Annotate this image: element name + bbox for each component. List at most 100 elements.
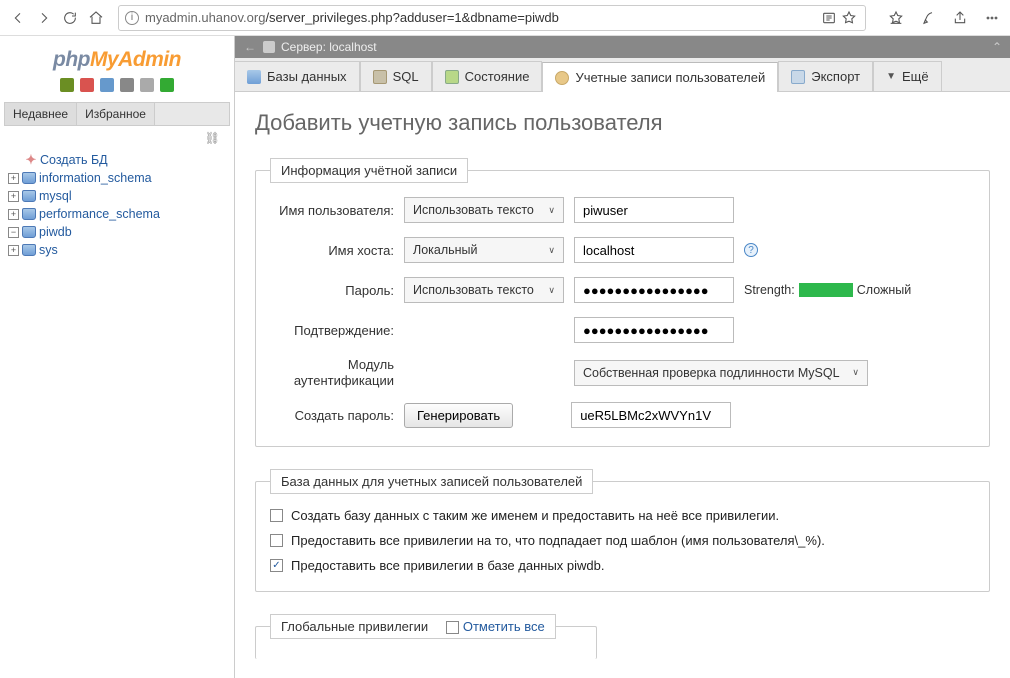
- chevron-down-icon: ▼: [886, 71, 896, 82]
- auth-plugin-select[interactable]: Собственная проверка подлинности MySQL∨: [574, 360, 868, 386]
- home-quick-icon[interactable]: [59, 78, 75, 94]
- chevron-down-icon: ∨: [548, 245, 555, 256]
- sql-quick-icon[interactable]: [99, 78, 115, 94]
- db-item-information-schema[interactable]: + information_schema: [8, 169, 226, 187]
- collapse-icon[interactable]: −: [8, 227, 19, 238]
- tab-databases[interactable]: Базы данных: [235, 61, 360, 91]
- checkbox[interactable]: [270, 509, 283, 522]
- db-priv-option-wildcard: Предоставить все привилегии на то, что п…: [270, 533, 975, 548]
- content-area: Добавить учетную запись пользователя Инф…: [235, 92, 1010, 678]
- export-icon: [791, 70, 805, 84]
- server-icon: [263, 41, 275, 53]
- strength-bar: [799, 283, 853, 297]
- forward-icon[interactable]: [34, 8, 54, 28]
- address-bar[interactable]: i myadmin.uhanov.org/server_privileges.p…: [118, 5, 866, 31]
- favorites-tab[interactable]: Избранное: [77, 103, 155, 125]
- recent-tab[interactable]: Недавнее: [5, 103, 77, 125]
- expand-icon[interactable]: +: [8, 191, 19, 202]
- username-input[interactable]: [574, 197, 734, 223]
- server-bar: ← Сервер: localhost ⌃: [235, 36, 1010, 58]
- server-label: Сервер: localhost: [281, 40, 377, 54]
- checkbox-checked[interactable]: [270, 559, 283, 572]
- home-icon[interactable]: [86, 8, 106, 28]
- sidebar: phpMyAdmin Недавнее Избранное ⛓ ✦ Создат…: [0, 36, 234, 678]
- recent-favorites-tabs: Недавнее Избранное: [4, 102, 230, 126]
- status-icon: [445, 70, 459, 84]
- db-priv-fieldset: База данных для учетных записей пользова…: [255, 469, 990, 592]
- host-input[interactable]: [574, 237, 734, 263]
- expand-icon[interactable]: +: [8, 209, 19, 220]
- password-strength: Strength: Сложный: [744, 283, 911, 297]
- bookmark-star-icon[interactable]: [839, 8, 859, 28]
- db-item-performance-schema[interactable]: + performance_schema: [8, 205, 226, 223]
- database-icon: [22, 244, 36, 256]
- chevron-down-icon: ∨: [548, 285, 555, 296]
- main-tabs: Базы данных SQL Состояние Учетные записи…: [235, 58, 1010, 92]
- generated-password-input[interactable]: [571, 402, 731, 428]
- tab-more[interactable]: ▼Ещё: [873, 61, 942, 91]
- global-priv-legend: Глобальные привилегии Отметить все: [270, 614, 556, 639]
- account-info-legend: Информация учётной записи: [270, 158, 468, 183]
- generate-button[interactable]: Генерировать: [404, 403, 513, 428]
- chevron-down-icon: ∨: [852, 367, 859, 378]
- db-item-mysql[interactable]: + mysql: [8, 187, 226, 205]
- expand-icon[interactable]: +: [8, 173, 19, 184]
- username-mode-select[interactable]: Использовать тексто∨: [404, 197, 564, 223]
- favorites-icon[interactable]: [886, 8, 906, 28]
- confirm-label: Подтверждение:: [270, 323, 394, 338]
- help-icon[interactable]: ?: [744, 243, 758, 257]
- settings-quick-icon[interactable]: [139, 78, 155, 94]
- tab-export[interactable]: Экспорт: [778, 61, 873, 91]
- database-icon: [22, 172, 36, 184]
- create-db-link[interactable]: ✦ Создать БД: [8, 151, 226, 169]
- chevron-down-icon: ∨: [548, 205, 555, 216]
- phpmyadmin-logo: phpMyAdmin: [4, 42, 230, 76]
- checkbox[interactable]: [270, 534, 283, 547]
- database-icon: [22, 226, 36, 238]
- tab-users[interactable]: Учетные записи пользователей: [542, 62, 778, 92]
- sql-icon: [373, 70, 387, 84]
- url-text: myadmin.uhanov.org/server_privileges.php…: [145, 10, 819, 25]
- password-mode-select[interactable]: Использовать тексто∨: [404, 277, 564, 303]
- database-icon: [22, 190, 36, 202]
- info-icon[interactable]: i: [125, 11, 139, 25]
- db-priv-option-grant-piwdb: Предоставить все привилегии в базе данны…: [270, 558, 975, 573]
- exit-quick-icon[interactable]: [79, 78, 95, 94]
- db-priv-option-create-db: Создать базу данных с таким же именем и …: [270, 508, 975, 523]
- global-priv-fieldset: Глобальные привилегии Отметить все: [255, 614, 597, 659]
- username-label: Имя пользователя:: [270, 203, 394, 218]
- checkbox-check-all[interactable]: [446, 621, 459, 634]
- confirm-input[interactable]: [574, 317, 734, 343]
- link-icon[interactable]: ⛓: [205, 131, 220, 145]
- generate-label: Создать пароль:: [270, 408, 394, 423]
- expand-icon[interactable]: +: [8, 245, 19, 256]
- account-info-fieldset: Информация учётной записи Имя пользовате…: [255, 158, 990, 447]
- more-icon[interactable]: [982, 8, 1002, 28]
- share-icon[interactable]: [950, 8, 970, 28]
- new-db-icon: ✦: [25, 154, 37, 166]
- reload-quick-icon[interactable]: [159, 78, 175, 94]
- notes-icon[interactable]: [918, 8, 938, 28]
- reader-icon[interactable]: [819, 8, 839, 28]
- users-icon: [555, 71, 569, 85]
- database-icon: [22, 208, 36, 220]
- tab-status[interactable]: Состояние: [432, 61, 543, 91]
- collapse-panel-icon[interactable]: ←: [243, 40, 257, 54]
- db-priv-legend: База данных для учетных записей пользова…: [270, 469, 593, 494]
- tab-sql[interactable]: SQL: [360, 61, 432, 91]
- main-panel: ← Сервер: localhost ⌃ Базы данных SQL Со…: [234, 36, 1010, 678]
- db-item-sys[interactable]: + sys: [8, 241, 226, 259]
- database-icon: [247, 70, 261, 84]
- refresh-icon[interactable]: [60, 8, 80, 28]
- password-input[interactable]: [574, 277, 734, 303]
- panel-toggle-icon[interactable]: ⌃: [992, 40, 1002, 54]
- browser-toolbar: i myadmin.uhanov.org/server_privileges.p…: [0, 0, 1010, 36]
- page-title: Добавить учетную запись пользователя: [255, 110, 990, 136]
- docs-quick-icon[interactable]: [119, 78, 135, 94]
- quick-icons: [4, 76, 230, 100]
- db-item-piwdb[interactable]: − piwdb: [8, 223, 226, 241]
- host-label: Имя хоста:: [270, 243, 394, 258]
- back-icon[interactable]: [8, 8, 28, 28]
- password-label: Пароль:: [270, 283, 394, 298]
- host-mode-select[interactable]: Локальный∨: [404, 237, 564, 263]
